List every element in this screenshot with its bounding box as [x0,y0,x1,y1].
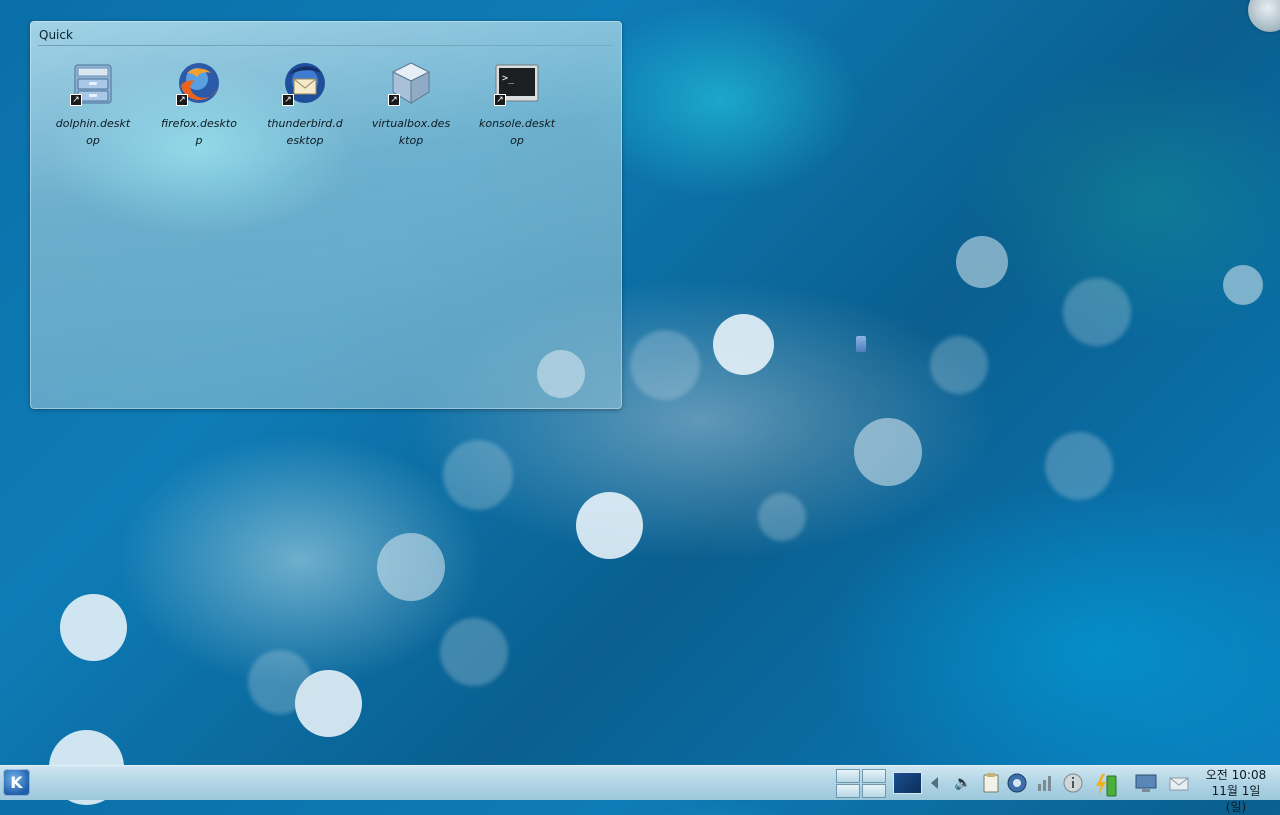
desktop-toolbox-button[interactable] [1248,0,1280,32]
pager-desktop-3[interactable] [836,784,860,798]
desktop-icon-firefox[interactable]: ↗ firefox.desktop [155,59,243,149]
display-icon[interactable] [1134,772,1157,794]
desktop-icon-thunderbird[interactable]: ↗ thunderbird.desktop [261,59,349,149]
icon-label: virtualbox.desktop [371,117,451,147]
wallpaper-bokeh [956,236,1008,288]
clock-time: 오전 10:08 [1205,768,1267,782]
wallpaper-bokeh [60,594,127,661]
wallpaper-bokeh [1045,432,1113,500]
thunderbird-icon: ↗ [281,59,329,107]
desktop-icon-dolphin[interactable]: ↗ dolphin.desktop [49,59,137,149]
widget-title: Quick [39,28,73,42]
wallpaper-bokeh [377,533,445,601]
shortcut-badge-icon: ↗ [70,94,82,106]
wallpaper-bokeh [440,618,508,686]
dolphin-file-manager-icon: ↗ [69,59,117,107]
widget-divider [38,45,614,46]
wallpaper-bokeh [576,492,643,559]
desktop-icon-konsole[interactable]: >_ ↗ konsole.desktop [473,59,561,149]
shortcut-badge-icon: ↗ [176,94,188,106]
signal-icon[interactable] [1034,772,1056,794]
wallpaper-bokeh [443,440,513,510]
volume-icon[interactable]: 🔈 [952,772,974,794]
kde-kickoff-icon[interactable]: K [3,769,30,796]
battery-icon[interactable] [1094,772,1117,797]
network-icon[interactable] [1006,772,1028,794]
mail-icon[interactable] [1168,772,1190,794]
pager-desktop-4[interactable] [862,784,886,798]
icon-label: konsole.desktop [478,117,556,147]
info-icon[interactable] [1062,772,1084,794]
shortcut-badge-icon: ↗ [282,94,294,106]
wallpaper-bokeh [248,650,312,714]
svg-text:>_: >_ [502,73,515,84]
icon-label: firefox.desktop [161,117,237,147]
pager-desktop-2[interactable] [862,769,886,783]
folder-view-widget[interactable]: Quick ↗ dolphin.desktop ↗ firefox.deskto… [30,21,622,409]
wallpaper-bokeh [1223,265,1263,305]
konsole-terminal-icon: >_ ↗ [493,59,541,107]
desktop-file-icon[interactable] [856,336,866,352]
wallpaper-bokeh [1063,278,1131,346]
firefox-icon: ↗ [175,59,223,107]
shortcut-badge-icon: ↗ [494,94,506,106]
pager-desktop-1[interactable] [836,769,860,783]
wallpaper-bokeh [630,330,700,400]
show-desktop-button[interactable] [893,772,922,794]
icon-label: dolphin.desktop [55,117,131,147]
virtual-desktop-pager[interactable] [836,769,886,798]
shortcut-badge-icon: ↗ [388,94,400,106]
virtualbox-icon: ↗ [387,59,435,107]
taskbar-panel: K 🔈 오전 10:08 11월 1일 (일) [0,765,1280,814]
icon-label: thunderbird.desktop [267,117,343,147]
wallpaper-bokeh [758,493,806,541]
clock-date: 11월 1일 (일) [1211,784,1261,814]
desktop-icon-virtualbox[interactable]: ↗ virtualbox.desktop [367,59,455,149]
wallpaper-bokeh [713,314,774,375]
wallpaper-bokeh [854,418,922,486]
wallpaper-bokeh [930,336,988,394]
tray-expand-arrow-icon[interactable] [931,777,938,789]
clipboard-icon[interactable] [980,772,1002,794]
wallpaper-bokeh [537,350,585,398]
clock[interactable]: 오전 10:08 11월 1일 (일) [1200,766,1272,815]
